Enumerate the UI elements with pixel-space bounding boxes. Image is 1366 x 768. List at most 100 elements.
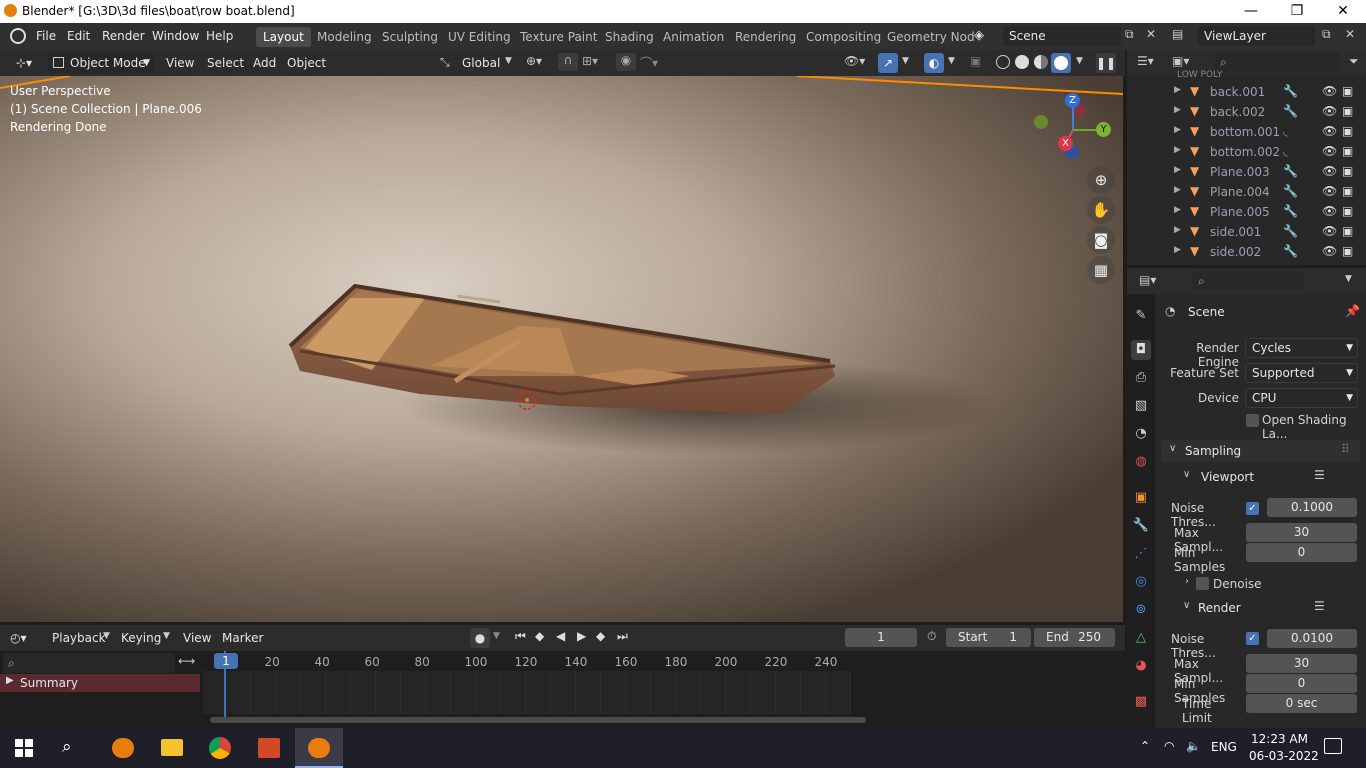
outliner-row[interactable]: ▶ ▼ side.001 🔧 👁 ▣ <box>1127 222 1366 242</box>
tab-layout[interactable]: Layout <box>256 27 311 47</box>
modifier-wrench-icon[interactable]: 🔧 <box>1283 84 1298 98</box>
camera-render-icon[interactable]: ▣ <box>1342 244 1353 258</box>
render-max-samples-field[interactable]: 30 <box>1246 654 1357 673</box>
modifier-wrench-icon[interactable]: 🔧 <box>1283 224 1298 238</box>
close-button[interactable]: ✕ <box>1320 0 1366 23</box>
time-limit-field[interactable]: 0 sec <box>1246 694 1357 713</box>
menu-help[interactable]: Help <box>206 29 233 43</box>
next-keyframe-icon[interactable]: ◆ <box>596 629 605 643</box>
frame-ruler[interactable]: 20 40 60 80 100 120 140 160 180 200 220 240 <box>203 651 1125 671</box>
view-layer-icon[interactable]: ▤ <box>1172 27 1183 41</box>
minimize-button[interactable]: — <box>1228 0 1274 23</box>
camera-render-icon[interactable]: ▣ <box>1342 124 1353 138</box>
tab-uv-editing[interactable]: UV Editing <box>441 27 518 47</box>
render-min-samples-field[interactable]: 0 <box>1246 674 1357 693</box>
modifier-wrench-icon[interactable]: 🔧 <box>1283 104 1298 118</box>
outliner-item-label[interactable]: Plane.003 <box>1210 165 1270 179</box>
falloff-icon[interactable]: ⌒▾ <box>640 54 658 71</box>
chevron-down-icon[interactable]: ▼ <box>902 56 909 66</box>
expand-arrow-icon[interactable]: ▶ <box>1174 105 1181 115</box>
eye-icon[interactable]: 👁 <box>1322 84 1337 98</box>
outliner-row[interactable]: ▶ ▼ Plane.004 🔧 👁 ▣ <box>1127 182 1366 202</box>
eye-icon[interactable]: 👁 <box>1322 104 1337 118</box>
viewport-subpanel-header[interactable]: ∨ Viewport ☰ <box>1171 466 1360 488</box>
mesh-data-icon[interactable]: ◟ <box>1283 144 1288 158</box>
properties-editor-icon[interactable]: ▤▾ <box>1139 273 1156 287</box>
viewport-max-samples-field[interactable]: 30 <box>1246 523 1357 542</box>
keyframe-area[interactable] <box>203 671 851 714</box>
feature-set-select[interactable]: Supported ▼ <box>1245 363 1358 383</box>
play-reverse-icon[interactable]: ◀ <box>556 629 565 643</box>
solid-shading-icon[interactable] <box>1015 55 1029 69</box>
tab-shading[interactable]: Shading <box>598 27 661 47</box>
eye-icon[interactable]: 👁 <box>1322 144 1337 158</box>
outliner-row[interactable]: ▶ ▼ bottom.002 ◟ 👁 ▣ <box>1127 142 1366 162</box>
modifier-wrench-icon[interactable]: 🔧 <box>1283 184 1298 198</box>
play-icon[interactable]: ▶ <box>577 629 586 643</box>
menu-object[interactable]: Object <box>287 53 326 73</box>
properties-search-input[interactable]: ⌕ <box>1193 271 1303 291</box>
wifi-icon[interactable]: ◠ <box>1164 739 1174 753</box>
playhead-frame-badge[interactable]: 1 <box>214 653 238 669</box>
new-scene-icon[interactable]: ⧉ <box>1125 27 1134 42</box>
camera-render-icon[interactable]: ▣ <box>1342 164 1353 178</box>
editor-type-icon[interactable]: ⊹▾ <box>8 53 40 73</box>
menu-window[interactable]: Window <box>152 29 199 43</box>
outliner-item-label[interactable]: Plane.005 <box>1210 205 1270 219</box>
camera-render-icon[interactable]: ▣ <box>1342 144 1353 158</box>
current-frame-field[interactable]: 1 <box>845 628 917 647</box>
menu-edit[interactable]: Edit <box>67 29 90 43</box>
tab-compositing[interactable]: Compositing <box>799 27 888 47</box>
menu-keying[interactable]: Keying <box>121 628 161 648</box>
tab-texture-paint[interactable]: Texture Paint <box>513 27 604 47</box>
outliner-item-label[interactable]: bottom.002 <box>1210 145 1280 159</box>
output-tab-icon[interactable]: ⎙ <box>1131 368 1151 388</box>
prev-keyframe-icon[interactable]: ◆ <box>535 629 544 643</box>
menu-marker[interactable]: Marker <box>222 628 263 648</box>
view-layer-selector[interactable]: ViewLayer <box>1198 26 1315 46</box>
gizmo-z-axis[interactable]: Z <box>1065 93 1080 108</box>
render-noise-checkbox[interactable]: ✓ <box>1246 632 1259 645</box>
zoom-icon[interactable]: ⊕ <box>1087 166 1115 194</box>
expand-arrow-icon[interactable]: ▶ <box>1174 245 1181 255</box>
orientation-selector[interactable]: Global <box>462 53 500 73</box>
data-tab-icon[interactable]: △ <box>1131 628 1151 648</box>
pan-hand-icon[interactable]: ✋ <box>1087 196 1115 224</box>
snap-icon[interactable]: ∩ <box>558 53 578 71</box>
jump-start-icon[interactable]: ⏮ <box>515 629 526 644</box>
constraints-tab-icon[interactable]: ⊚ <box>1131 600 1151 620</box>
tab-geometry-nodes[interactable]: Geometry Nod <box>880 27 982 47</box>
modifier-wrench-icon[interactable]: 🔧 <box>1283 204 1298 218</box>
gizmo-y-axis[interactable]: Y <box>1096 122 1111 137</box>
presets-list-icon[interactable]: ☰ <box>1314 468 1325 482</box>
menu-file[interactable]: File <box>36 29 56 43</box>
outliner-item-label[interactable]: back.001 <box>1210 85 1265 99</box>
mesh-data-icon[interactable]: ◟ <box>1283 124 1288 138</box>
menu-select[interactable]: Select <box>207 53 244 73</box>
outliner-row[interactable]: ▶ ▼ back.001 🔧 👁 ▣ <box>1127 82 1366 102</box>
render-engine-select[interactable]: Cycles ▼ <box>1245 338 1358 358</box>
outliner-row[interactable]: ▶ ▼ bottom.001 ◟ 👁 ▣ <box>1127 122 1366 142</box>
chevron-right-icon[interactable]: › <box>1185 576 1189 587</box>
expand-arrow-icon[interactable]: ▶ <box>1174 85 1181 95</box>
timeline-area[interactable]: ⌕ ⟷ ▶ Summary 20 40 60 80 100 120 140 160 180 200… <box>0 651 1125 728</box>
expand-arrow-icon[interactable]: ▶ <box>1174 165 1181 175</box>
render-tab-icon[interactable]: ◘ <box>1131 340 1151 360</box>
start-frame-field[interactable]: Start 1 <box>946 628 1031 647</box>
preview-range-icon[interactable]: ⏱ <box>927 629 936 644</box>
presets-list-icon[interactable]: ☰ <box>1314 599 1325 613</box>
rendered-shading-icon[interactable] <box>1051 53 1071 73</box>
wireframe-shading-icon[interactable] <box>996 55 1010 69</box>
outliner-item-label[interactable]: side.001 <box>1210 225 1261 239</box>
overlay-toggle-icon[interactable]: ◐ <box>924 53 944 73</box>
outliner-row[interactable]: ▶ ▼ side.002 🔧 👁 ▣ <box>1127 242 1366 262</box>
menu-playback[interactable]: Playback <box>52 628 106 648</box>
expand-arrow-icon[interactable]: ▶ <box>1174 125 1181 135</box>
presentation-app-icon[interactable] <box>258 738 280 758</box>
snap-target-icon[interactable]: ⊞▾ <box>582 54 598 68</box>
clock-date[interactable]: 06-03-2022 <box>1249 749 1319 763</box>
outliner-item-label[interactable]: side.002 <box>1210 245 1261 259</box>
visibility-icon[interactable]: 👁▾ <box>844 54 865 68</box>
scene-tab-icon[interactable]: ◔ <box>1131 424 1151 444</box>
eye-icon[interactable]: 👁 <box>1322 164 1337 178</box>
